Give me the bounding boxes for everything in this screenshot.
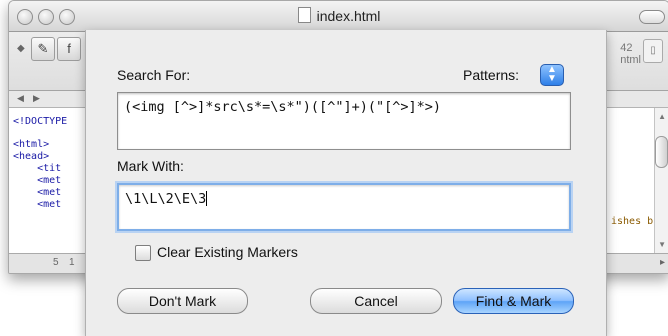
code-line: <!DOCTYPE [13,116,68,127]
code-line: <html> [13,139,50,150]
status-line-number: 5 [53,257,59,268]
right-arrow-icon[interactable]: ▸ [660,257,665,268]
code-line-tail: ishes b [611,216,654,227]
scroll-down-icon[interactable]: ▼ [658,240,666,249]
function-icon[interactable]: f [57,37,81,61]
window-title: index.html [9,7,668,24]
clear-existing-markers-label[interactable]: Clear Existing Markers [157,244,298,260]
status-column-number: 1 [69,257,75,268]
toolbar-right-info: 42 ntml [620,42,641,66]
code-line: <met [13,175,62,186]
forward-arrow-icon[interactable]: ▶ [33,93,40,104]
title-bar: index.html [9,1,668,32]
search-for-label: Search For: [117,67,191,83]
code-line: <head> [13,151,50,162]
code-line: <tit [13,163,62,174]
find-and-mark-sheet: Search For: Patterns: ▲ ▼ (<img [^>]*src\… [85,30,607,336]
pencil-icon[interactable]: ✎ [31,37,55,61]
vertical-scrollbar[interactable]: ▲ ▼ [654,108,668,253]
mark-with-label: Mark With: [117,158,184,174]
find-and-mark-button[interactable]: Find & Mark [453,288,574,314]
scroll-up-icon[interactable]: ▲ [658,112,666,121]
code-line: <met [13,187,62,198]
cancel-button[interactable]: Cancel [310,288,442,314]
diamond-icon: ◆ [17,43,25,54]
document-icon [297,7,311,23]
split-view-icon[interactable]: ▯ [643,39,663,63]
up-down-arrows-icon: ▲ ▼ [547,64,557,84]
text-cursor [206,191,208,206]
mark-with-field[interactable]: \1\L\2\E\3 [117,183,571,231]
search-for-field[interactable]: (<img [^>]*src\s*=\s*")([^"]+)("[^>]*>) [117,92,571,150]
patterns-label: Patterns: [463,67,520,83]
patterns-popup-button[interactable]: ▲ ▼ [540,64,564,86]
scroll-thumb[interactable] [655,136,668,168]
back-arrow-icon[interactable]: ◀ [17,93,24,104]
code-line: <met [13,199,62,210]
toolbar-toggle-button[interactable] [639,10,665,24]
clear-existing-markers-checkbox[interactable] [135,245,151,261]
dont-mark-button[interactable]: Don't Mark [117,288,248,314]
